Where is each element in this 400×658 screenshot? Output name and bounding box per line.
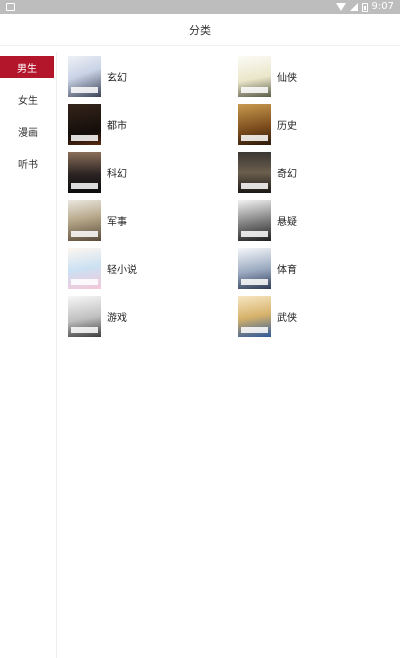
category-label: 都市 (107, 121, 127, 132)
category-cover-image (68, 56, 101, 97)
category-label: 轻小说 (107, 265, 137, 276)
sidebar-item-comics[interactable]: 漫画 (0, 115, 56, 147)
category-cover-image (68, 104, 101, 145)
category-cover-image (68, 248, 101, 289)
category-label: 悬疑 (277, 217, 297, 228)
category-item-kehuan[interactable]: 科幻 (68, 152, 238, 193)
battery-icon (361, 2, 368, 12)
status-bar: 9:07 (0, 0, 400, 14)
page-title: 分类 (189, 23, 211, 37)
sidebar-item-audiobooks[interactable]: 听书 (0, 147, 56, 179)
sidebar: 男生 女生 漫画 听书 (0, 52, 57, 658)
status-time: 9:07 (371, 1, 394, 12)
notification-icon (6, 3, 15, 11)
category-item-lishi[interactable]: 历史 (238, 104, 388, 145)
category-item-tiyu[interactable]: 体育 (238, 248, 388, 289)
signal-icon (349, 3, 358, 11)
sidebar-item-label: 女生 (18, 95, 38, 107)
category-item-wuxia[interactable]: 武侠 (238, 296, 388, 337)
category-label: 科幻 (107, 169, 127, 180)
category-cover-image (238, 152, 271, 193)
category-label: 仙侠 (277, 73, 297, 84)
category-cover-image (238, 200, 271, 241)
category-cover-image (68, 152, 101, 193)
category-item-xianxia[interactable]: 仙侠 (238, 56, 388, 97)
category-item-xuanyi[interactable]: 悬疑 (238, 200, 388, 241)
wifi-icon (335, 3, 346, 11)
category-item-youxi[interactable]: 游戏 (68, 296, 238, 337)
category-cover-image (68, 200, 101, 241)
category-label: 玄幻 (107, 73, 127, 84)
category-cover-image (238, 248, 271, 289)
category-label: 奇幻 (277, 169, 297, 180)
category-label: 历史 (277, 121, 297, 132)
category-grid: 玄幻 仙侠 都市 历史 科幻 奇幻 军事 悬疑 轻小说 体育 游戏 武侠 (68, 56, 388, 337)
category-cover-image (238, 296, 271, 337)
category-item-qihuan[interactable]: 奇幻 (238, 152, 388, 193)
sidebar-item-label: 听书 (18, 159, 38, 171)
category-label: 游戏 (107, 313, 127, 324)
category-item-qingxiaoshuo[interactable]: 轻小说 (68, 248, 238, 289)
category-label: 武侠 (277, 313, 297, 324)
category-cover-image (68, 296, 101, 337)
category-item-xuanhuan[interactable]: 玄幻 (68, 56, 238, 97)
category-cover-image (238, 56, 271, 97)
category-label: 军事 (107, 217, 127, 228)
sidebar-item-label: 漫画 (18, 127, 38, 139)
sidebar-item-male[interactable]: 男生 (0, 56, 54, 78)
category-label: 体育 (277, 265, 297, 276)
sidebar-item-female[interactable]: 女生 (0, 83, 56, 115)
category-item-dushi[interactable]: 都市 (68, 104, 238, 145)
sidebar-item-label: 男生 (17, 63, 37, 75)
category-cover-image (238, 104, 271, 145)
category-item-junshi[interactable]: 军事 (68, 200, 238, 241)
header-bar: 分类 (0, 14, 400, 46)
